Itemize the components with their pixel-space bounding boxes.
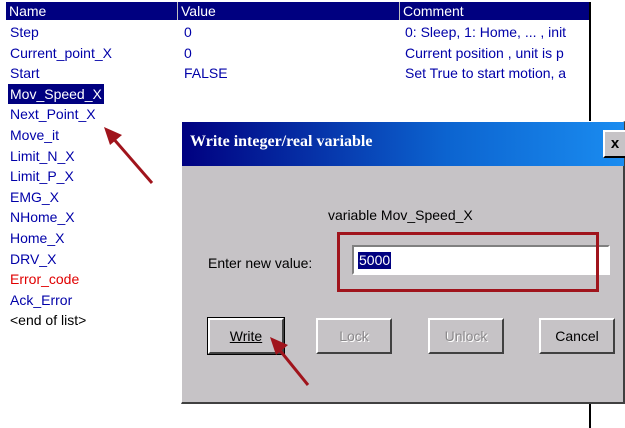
highlight-box (337, 232, 599, 292)
cancel-button[interactable]: Cancel (539, 318, 615, 354)
enter-value-label: Enter new value: (208, 255, 313, 271)
write-button-label: Write (229, 328, 263, 344)
close-button[interactable]: x (603, 130, 625, 158)
variable-name-selected: Mov_Speed_X (8, 83, 104, 105)
variable-value: 0 (184, 24, 192, 40)
unlock-button[interactable]: Unlock (428, 318, 504, 354)
variable-watch-window: Name Value Comment Step 0 0: Sleep, 1: H… (0, 0, 625, 428)
variable-name: Limit_N_X (10, 147, 75, 164)
variable-name: Next_Point_X (10, 106, 96, 123)
dialog-title: Write integer/real variable (190, 133, 373, 150)
write-variable-dialog: Write integer/real variable x variable M… (181, 121, 625, 404)
column-header-value[interactable]: Value (178, 2, 400, 20)
variable-name: Step (10, 24, 39, 40)
variable-name: Ack_Error (10, 291, 73, 308)
variable-name: Current_point_X (10, 44, 112, 61)
end-of-list-label: <end of list> (10, 312, 87, 329)
variable-comment: Current position , unit is p (405, 44, 564, 61)
variable-name: EMG_X (10, 188, 60, 205)
variable-name: Start (10, 65, 40, 82)
lock-button-label: Lock (339, 328, 369, 344)
variable-comment: 0: Sleep, 1: Home, ... , init (405, 24, 567, 40)
table-row[interactable]: Step 0 0: Sleep, 1: Home, ... , init (0, 22, 590, 43)
table-row[interactable]: Current_point_X 0 Current position , uni… (0, 43, 590, 64)
variable-name: Error_code (10, 271, 80, 288)
variable-name-label: variable Mov_Speed_X (328, 207, 473, 223)
column-header-name[interactable]: Name (6, 2, 178, 20)
table-row-selected[interactable]: Mov_Speed_X (0, 83, 590, 105)
lock-button[interactable]: Lock (316, 318, 392, 354)
variable-name: Home_X (10, 229, 65, 246)
write-button[interactable]: Write (207, 317, 285, 355)
unlock-button-label: Unlock (444, 328, 488, 344)
close-icon: x (610, 135, 620, 152)
column-header-comment[interactable]: Comment (400, 2, 590, 20)
variable-value: FALSE (184, 65, 228, 82)
dialog-title-bar[interactable]: Write integer/real variable (182, 122, 624, 166)
variable-name: Move_it (10, 126, 60, 143)
variable-name: NHome_X (10, 209, 75, 226)
variable-name: DRV_X (10, 250, 57, 267)
variable-value: 0 (184, 44, 192, 61)
variable-comment: Set True to start motion, a (405, 65, 567, 82)
cancel-button-label: Cancel (555, 328, 599, 344)
table-row[interactable]: Start FALSE Set True to start motion, a (0, 63, 590, 84)
variable-name: Limit_P_X (10, 168, 74, 185)
